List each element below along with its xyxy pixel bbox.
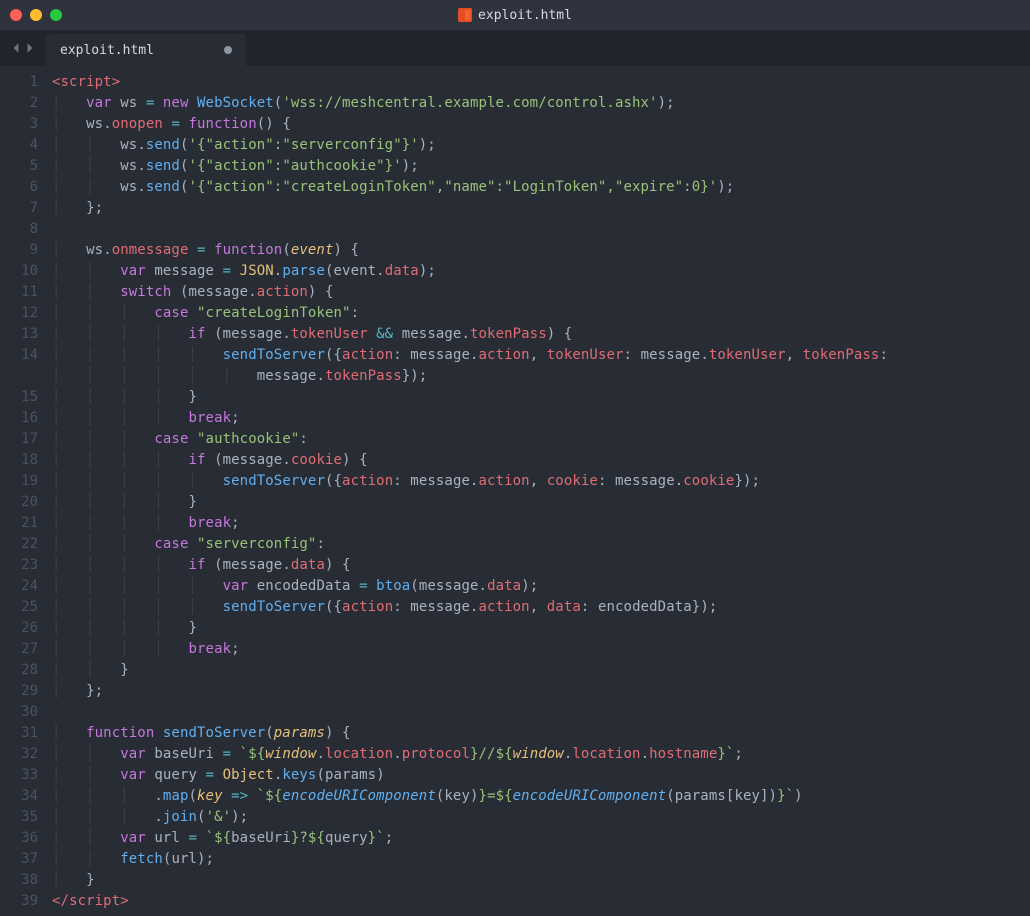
window-title-text: exploit.html xyxy=(478,8,572,23)
tab-exploit-html[interactable]: exploit.html xyxy=(46,34,246,66)
tab-forward-icon[interactable] xyxy=(24,42,36,54)
tab-bar: exploit.html xyxy=(0,30,1030,66)
line-number-gutter: 1234567891011121314 15161718192021222324… xyxy=(0,66,52,916)
close-window-button[interactable] xyxy=(10,9,22,21)
code-area[interactable]: <script>│ var ws = new WebSocket('wss://… xyxy=(52,66,1030,916)
unsaved-indicator-icon xyxy=(224,46,232,54)
window-controls xyxy=(10,9,62,21)
tab-back-icon[interactable] xyxy=(10,42,22,54)
titlebar: exploit.html xyxy=(0,0,1030,30)
window-title: exploit.html xyxy=(458,8,572,23)
code-editor[interactable]: 1234567891011121314 15161718192021222324… xyxy=(0,66,1030,916)
minimize-window-button[interactable] xyxy=(30,9,42,21)
tab-nav xyxy=(0,30,46,66)
tab-filename: exploit.html xyxy=(60,43,154,58)
html-file-icon xyxy=(458,8,472,22)
maximize-window-button[interactable] xyxy=(50,9,62,21)
